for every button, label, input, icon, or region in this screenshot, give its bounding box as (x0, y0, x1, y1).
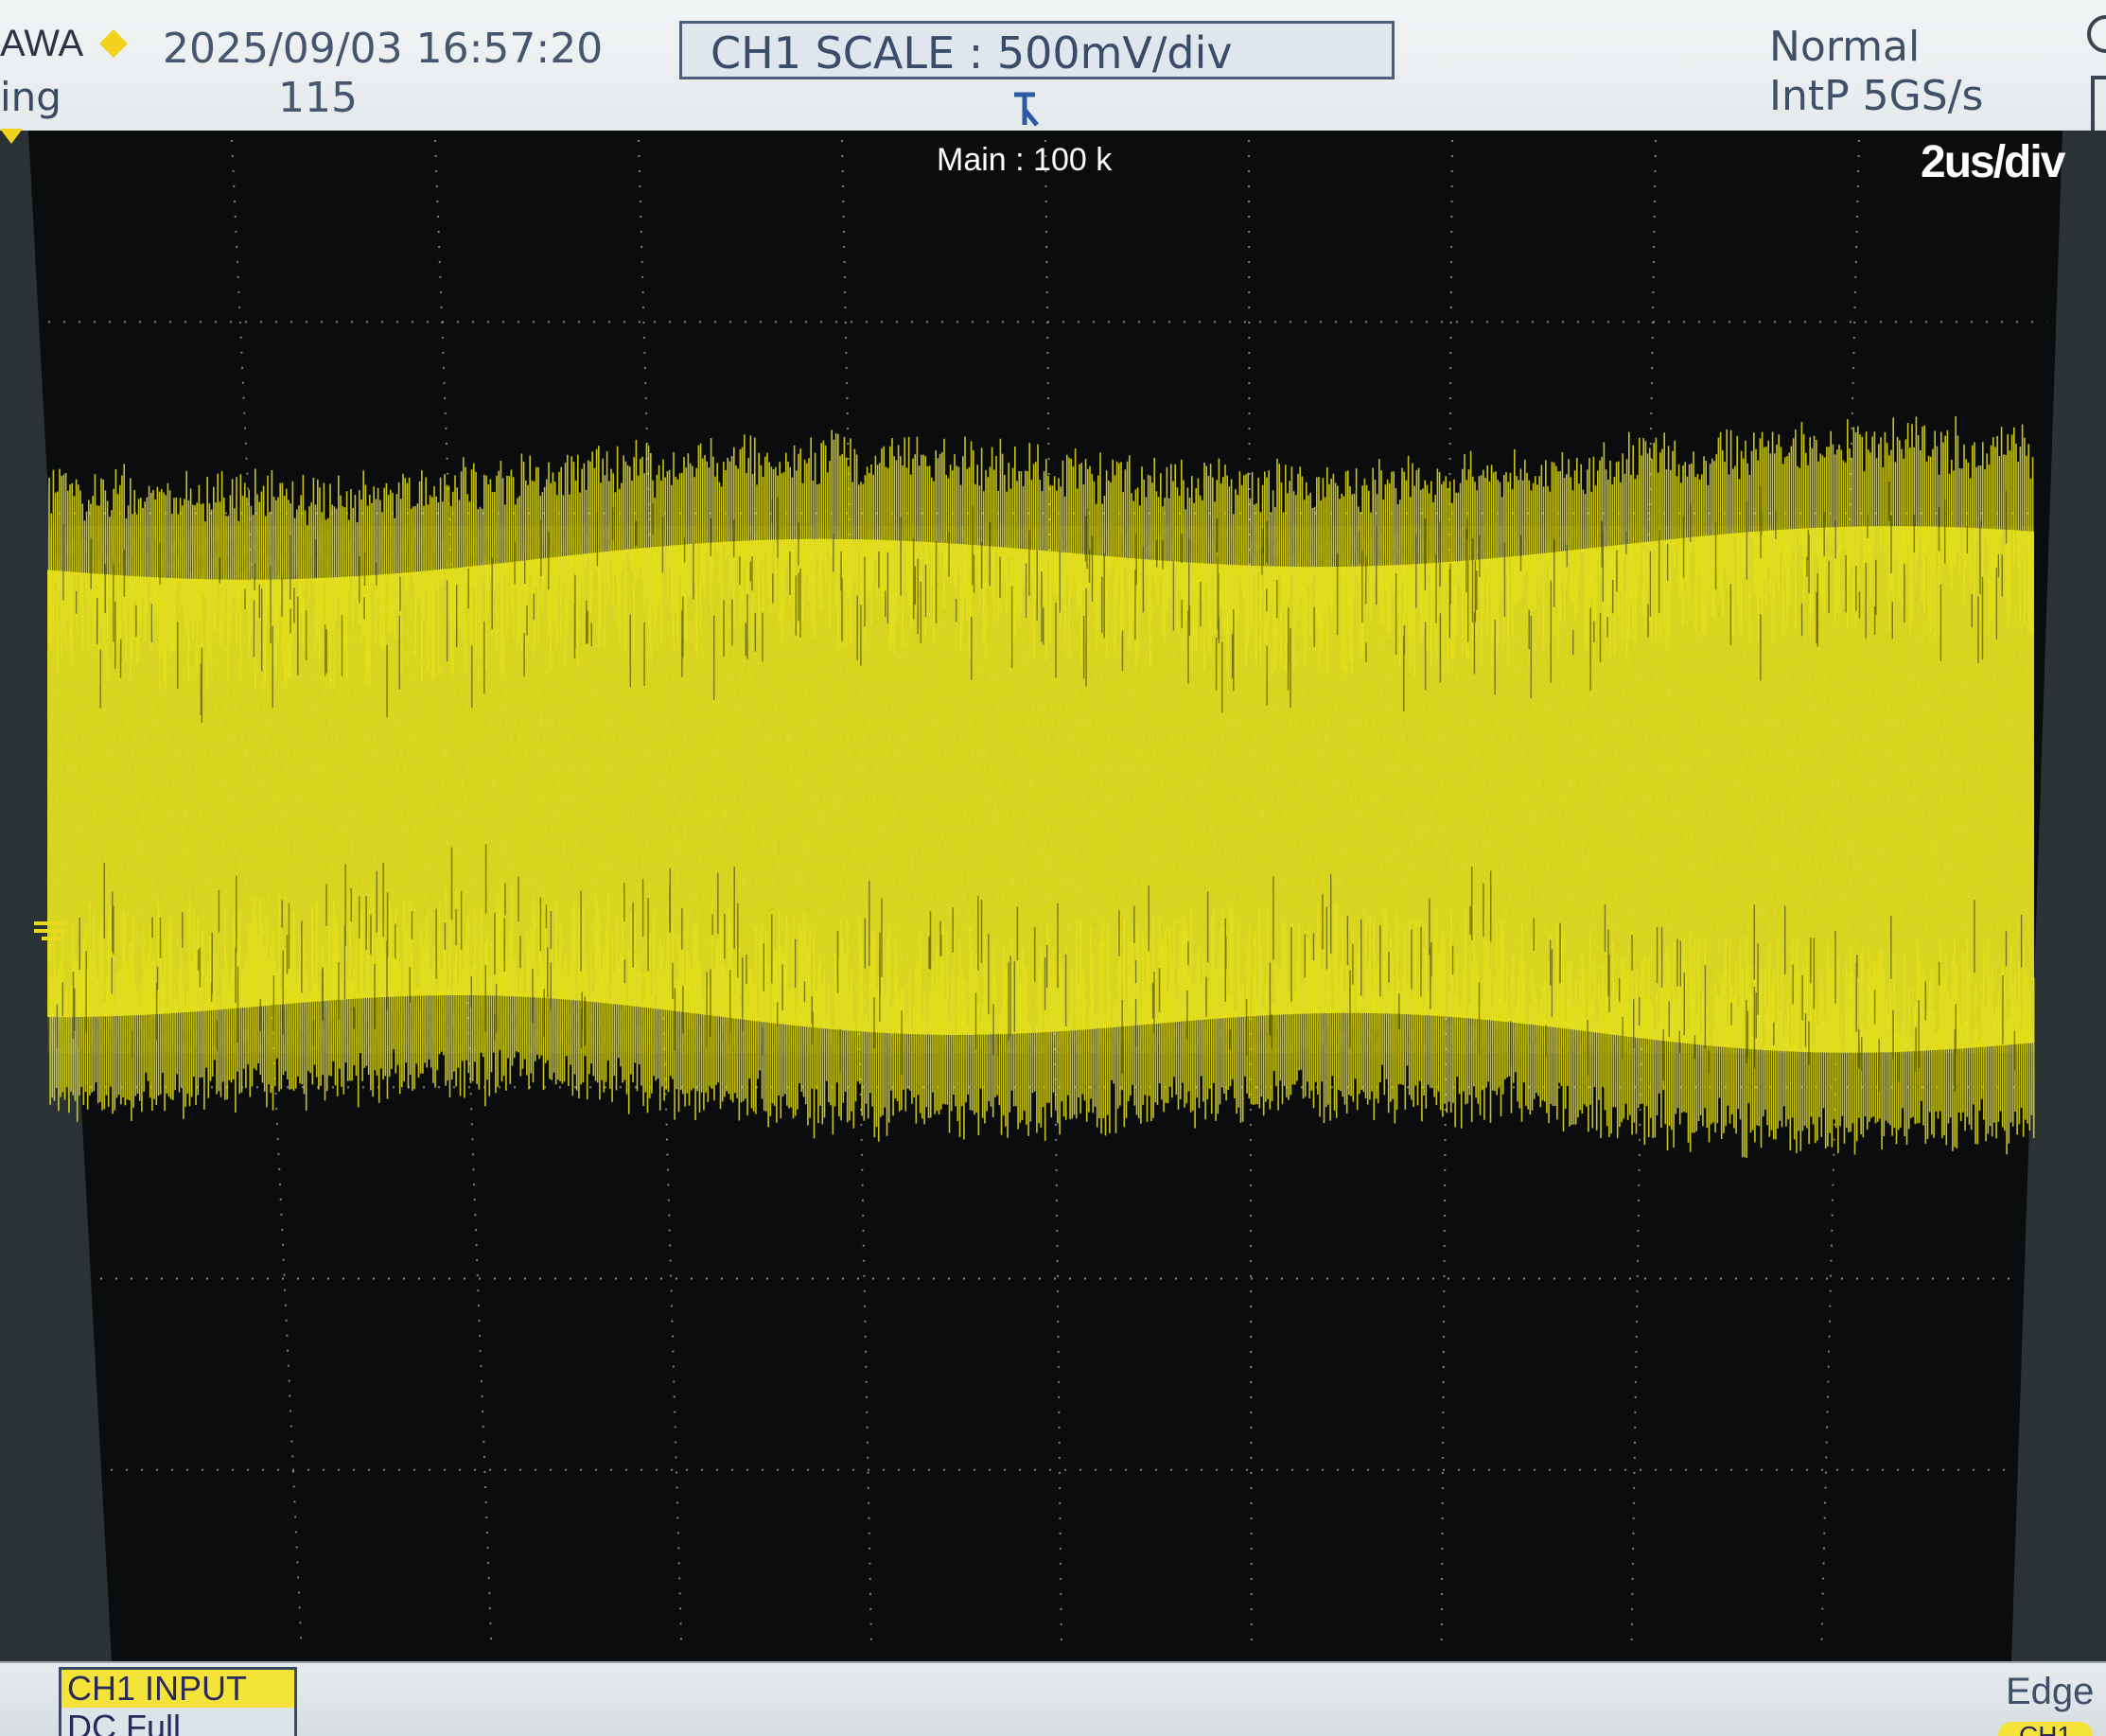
waveform-screen: Main : 100 k 2us/div (0, 129, 2106, 1661)
trigger-mode: Normal (1769, 23, 1921, 71)
trigger-level-marker-icon (0, 129, 23, 144)
run-state-label: ing (0, 74, 61, 120)
ch1-coupling: DC Full (67, 1708, 182, 1736)
clock-icon (2087, 15, 2106, 53)
memory-length-label: Main : 100 k (937, 142, 1113, 178)
trigger-position-icon (1014, 92, 1039, 127)
waveform-plot (28, 131, 2062, 1661)
ch1-ground-marker-icon (34, 921, 68, 948)
timebase-label: 2us/div (1921, 137, 2065, 187)
trigger-source-badge[interactable]: CH1 (1998, 1722, 2093, 1736)
status-bar: AWA ing 2025/09/03 16:57:20 115 CH1 SCAL… (0, 0, 2106, 132)
date-time: 2025/09/03 16:57:20 (163, 25, 604, 73)
acquisition-mode: IntP 5GS/s (1769, 72, 1984, 120)
corner-bracket (2091, 76, 2106, 132)
scale-readout: CH1 SCALE : 500mV/div (711, 27, 1233, 79)
oscilloscope-display: AWA ing 2025/09/03 16:57:20 115 CH1 SCAL… (0, 0, 2106, 1736)
ch1-input-title: CH1 INPUT (61, 1670, 294, 1708)
trigger-type: Edge (2006, 1671, 2095, 1712)
acquisition-count: 115 (278, 74, 358, 122)
bottom-bar: CH1 INPUT DC Full Edge CH1 (0, 1661, 2106, 1736)
scale-readout-box: CH1 SCALE : 500mV/div (679, 21, 1395, 79)
status-diamond-icon (99, 29, 128, 58)
ch1-input-panel[interactable]: CH1 INPUT DC Full (59, 1667, 297, 1736)
brand-label: AWA (0, 23, 84, 64)
